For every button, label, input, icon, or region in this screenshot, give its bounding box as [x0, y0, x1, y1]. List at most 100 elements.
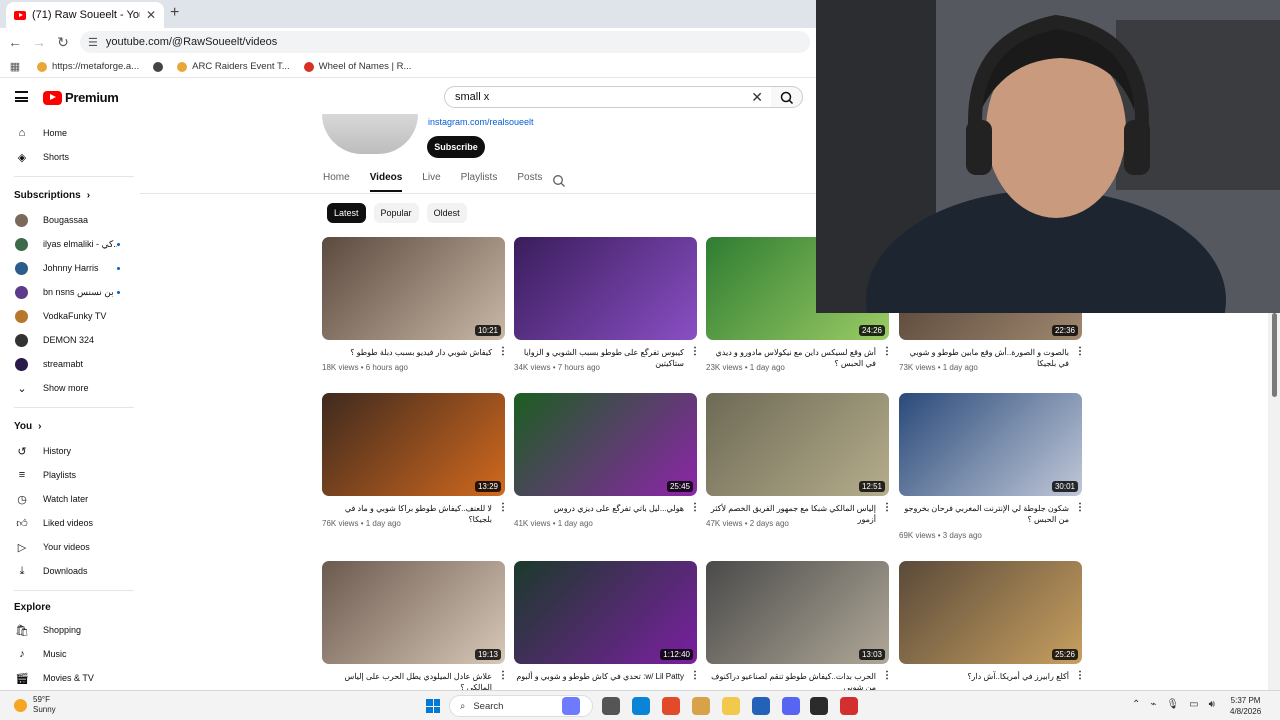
tray-chevron-icon[interactable]: ⌃: [1132, 699, 1140, 710]
more-options-icon[interactable]: ⋮: [498, 503, 508, 513]
video-title[interactable]: w/ Lil Patty: تحدي في كاش طوطو و شوبي و …: [514, 671, 684, 682]
subscription-item[interactable]: Bougassaa: [0, 209, 140, 231]
subscription-item[interactable]: Johnny Harris: [0, 257, 140, 279]
subscription-item[interactable]: DEMON 324: [0, 329, 140, 351]
display-icon[interactable]: ▭: [1189, 699, 1198, 710]
subscriptions-heading[interactable]: Subscriptions ›: [14, 190, 90, 201]
volume-icon[interactable]: 🔊︎: [1209, 699, 1215, 710]
more-options-icon[interactable]: ⋮: [498, 671, 508, 681]
subscription-item[interactable]: VodkaFunky TV: [0, 305, 140, 327]
chip-latest[interactable]: Latest: [327, 203, 366, 223]
tab-close-icon[interactable]: ✕: [146, 8, 156, 22]
subscription-item[interactable]: streamabt: [0, 353, 140, 375]
start-button[interactable]: [426, 699, 440, 713]
video-card[interactable]: 25:26 أكلع رابيرز في أمريكا..آش دار؟ ⋮: [899, 561, 1085, 681]
bookmark-item[interactable]: [153, 61, 164, 72]
bookmark-item[interactable]: ARC Raiders Event T...: [177, 61, 290, 72]
sidebar-item-playlists[interactable]: ≡ Playlists: [0, 464, 140, 486]
sidebar-item-shopping[interactable]: 🛍︎ Shopping: [0, 619, 140, 641]
video-title[interactable]: أكلع رابيرز في أمريكا..آش دار؟: [899, 671, 1069, 682]
sidebar-item-movies[interactable]: 🎬︎ Movies & TV: [0, 667, 140, 689]
apps-grid-icon[interactable]: ▦: [3, 60, 27, 73]
url-field[interactable]: ☰ youtube.com/@RawSoueelt/videos: [80, 31, 810, 53]
network-icon[interactable]: ⌁: [1150, 699, 1156, 710]
video-thumbnail[interactable]: 25:45: [514, 393, 697, 496]
taskbar-app-icon[interactable]: [752, 697, 770, 715]
sidebar-item-your-videos[interactable]: ▷ Your videos: [0, 536, 140, 558]
more-options-icon[interactable]: ⋮: [690, 671, 700, 681]
more-options-icon[interactable]: ⋮: [882, 347, 892, 357]
taskbar-app-icon[interactable]: [602, 697, 620, 715]
taskbar-app-icon[interactable]: [722, 697, 740, 715]
more-options-icon[interactable]: ⋮: [690, 503, 700, 513]
video-title[interactable]: شكون جلوطة لي الإنترنت المغربي فرحان بخر…: [899, 503, 1069, 525]
search-input[interactable]: small x ✕: [444, 86, 772, 108]
sidebar-item-downloads[interactable]: ⤓ Downloads: [0, 560, 140, 582]
tab-videos[interactable]: Videos: [369, 172, 403, 192]
sidebar-item-music[interactable]: ♪ Music: [0, 643, 140, 665]
video-thumbnail[interactable]: [514, 237, 697, 340]
video-title[interactable]: هولي...ليل باتي تفرگع على ديزي دروس: [514, 503, 684, 514]
sidebar-item-liked-videos[interactable]: 👍︎ Liked videos: [0, 512, 140, 534]
video-card[interactable]: 19:13 علاش عادل الميلودي يطل الحرب على إل…: [322, 561, 508, 692]
menu-icon[interactable]: [15, 91, 28, 102]
browser-tab[interactable]: (71) Raw Soueelt - YouTube ✕: [6, 2, 164, 28]
video-thumbnail[interactable]: 10:21: [322, 237, 505, 340]
more-options-icon[interactable]: ⋮: [498, 347, 508, 357]
video-thumbnail[interactable]: 30:01: [899, 393, 1082, 496]
clock[interactable]: 5:37 PM 4/8/2026: [1230, 695, 1261, 717]
taskbar-app-icon[interactable]: [810, 697, 828, 715]
channel-link[interactable]: instagram.com/realsoueelt: [428, 117, 534, 127]
taskbar-app-icon[interactable]: [840, 697, 858, 715]
video-card[interactable]: 13:29 لا للعنف..كيفاش طوطو براكا شوبي و م…: [322, 393, 508, 528]
taskbar-app-icon[interactable]: [632, 697, 650, 715]
page-scrollbar-thumb[interactable]: [1272, 313, 1277, 397]
video-card[interactable]: 25:45 هولي...ليل باتي تفرگع على ديزي دروس…: [514, 393, 700, 528]
video-card[interactable]: 30:01 شكون جلوطة لي الإنترنت المغربي فرحا…: [899, 393, 1085, 540]
sidebar-item-watch-later[interactable]: ◷ Watch later: [0, 488, 140, 510]
video-card[interactable]: 12:51 إلياس المالكي شبكا مع جمهور الفريق …: [706, 393, 892, 528]
video-thumbnail[interactable]: 19:13: [322, 561, 505, 664]
bookmark-item[interactable]: Wheel of Names | R...: [303, 61, 411, 72]
channel-avatar[interactable]: [322, 114, 418, 154]
channel-search-icon[interactable]: [552, 174, 566, 188]
video-thumbnail[interactable]: 13:29: [322, 393, 505, 496]
video-card[interactable]: 13:03 الحرب بدات..كيفاش طوطو تنقم لصناعيو…: [706, 561, 892, 692]
subscription-item[interactable]: bn nsns بن نسنس: [0, 281, 140, 303]
you-heading[interactable]: You ›: [14, 421, 42, 432]
taskbar-app-icon[interactable]: [662, 697, 680, 715]
back-icon[interactable]: ←: [3, 34, 27, 50]
subscription-item[interactable]: ilyas elmaliki - كي...: [0, 233, 140, 255]
video-card[interactable]: كيبوس تفرگع على طوطو بسبب الشوبي و الزوا…: [514, 237, 700, 372]
video-thumbnail[interactable]: 12:51: [706, 393, 889, 496]
chip-popular[interactable]: Popular: [373, 203, 419, 223]
search-button[interactable]: [771, 86, 803, 108]
youtube-logo[interactable]: Premium: [43, 90, 119, 105]
tab-home[interactable]: Home: [323, 172, 350, 192]
more-options-icon[interactable]: ⋮: [690, 347, 700, 357]
tab-playlists[interactable]: Playlists: [461, 172, 498, 192]
weather-widget[interactable]: 59°F Sunny: [14, 695, 56, 715]
bookmark-item[interactable]: https://metaforge.a...: [37, 61, 139, 72]
tab-live[interactable]: Live: [422, 172, 440, 192]
video-title[interactable]: كيفاش شوبي دار فيديو بسبب دبلة طوطو ؟: [322, 347, 492, 358]
taskbar-app-icon[interactable]: [692, 697, 710, 715]
video-thumbnail[interactable]: 1:12:40: [514, 561, 697, 664]
more-options-icon[interactable]: ⋮: [1075, 503, 1085, 513]
chip-oldest[interactable]: Oldest: [426, 203, 467, 223]
microphone-icon[interactable]: 🎙︎: [1166, 699, 1179, 710]
taskbar-app-icon[interactable]: [782, 697, 800, 715]
reload-icon[interactable]: ↻: [51, 34, 75, 51]
video-card[interactable]: 1:12:40 w/ Lil Patty: تحدي في كاش طوطو و …: [514, 561, 700, 681]
video-thumbnail[interactable]: 13:03: [706, 561, 889, 664]
more-options-icon[interactable]: ⋮: [1075, 671, 1085, 681]
sidebar-item-history[interactable]: ↺ History: [0, 440, 140, 462]
subscribe-button[interactable]: Subscribe: [427, 136, 485, 158]
show-more-button[interactable]: ⌄ Show more: [0, 377, 140, 399]
more-options-icon[interactable]: ⋮: [1075, 347, 1085, 357]
more-options-icon[interactable]: ⋮: [882, 671, 892, 681]
tab-posts[interactable]: Posts: [517, 172, 542, 192]
sidebar-item-home[interactable]: ⌂ Home: [0, 122, 140, 144]
taskbar-app-icon[interactable]: [562, 697, 580, 715]
clear-search-icon[interactable]: ✕: [751, 89, 763, 106]
